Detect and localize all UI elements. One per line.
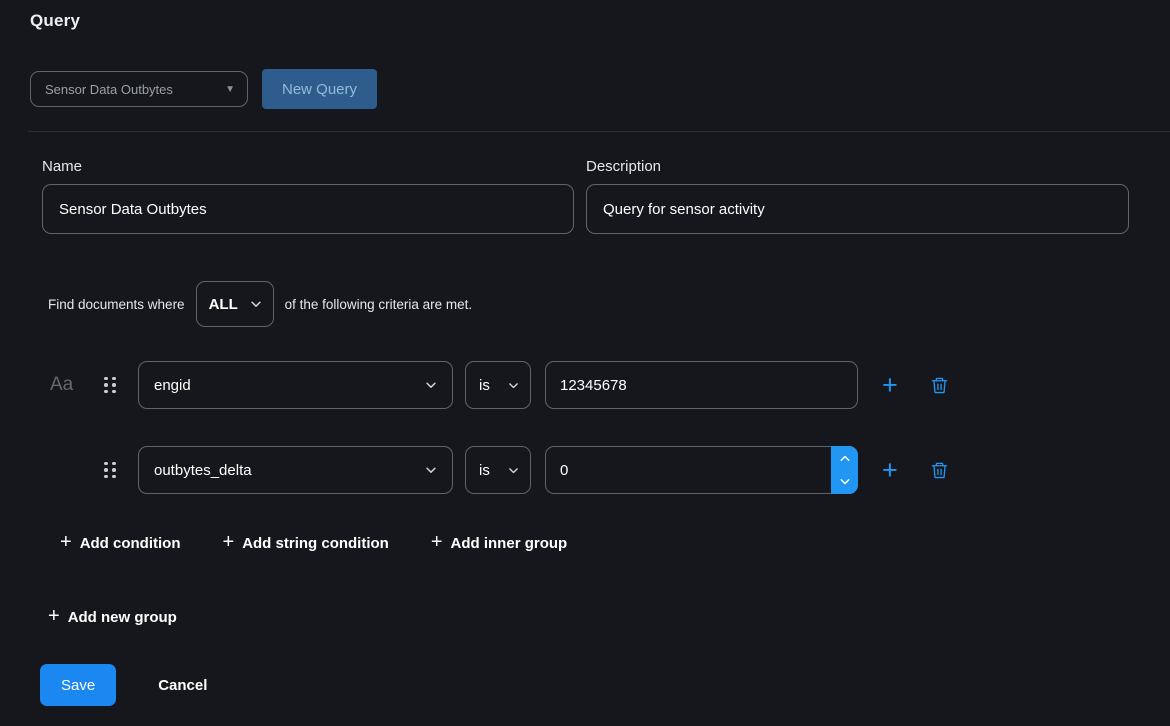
value-input[interactable]	[545, 446, 858, 494]
value-input[interactable]	[545, 361, 858, 409]
page-title: Query	[30, 10, 1140, 32]
cancel-button[interactable]: Cancel	[152, 676, 213, 695]
add-inner-group-label: Add inner group	[451, 535, 568, 552]
add-new-group-label: Add new group	[68, 609, 177, 626]
criteria-suffix-text: of the following criteria are met.	[285, 297, 473, 312]
name-label: Name	[42, 158, 574, 175]
field-select[interactable]: outbytes_delta	[138, 446, 453, 494]
footer-actions: Save Cancel	[30, 664, 1140, 706]
field-select-value: engid	[154, 377, 191, 394]
add-inner-group-button[interactable]: + Add inner group	[431, 533, 567, 553]
chevron-down-icon	[424, 463, 438, 477]
chevron-down-icon	[507, 379, 520, 392]
case-sensitive-toggle[interactable]: Aa	[50, 374, 73, 395]
drag-handle-icon[interactable]	[104, 462, 118, 479]
plus-icon: +	[223, 532, 235, 552]
new-query-button[interactable]: New Query	[262, 69, 377, 109]
field-select-value: outbytes_delta	[154, 462, 252, 479]
operator-select-value: is	[479, 462, 490, 479]
operator-select-value: is	[479, 377, 490, 394]
save-button[interactable]: Save	[40, 664, 116, 706]
chevron-down-icon	[507, 464, 520, 477]
field-select[interactable]: engid	[138, 361, 453, 409]
add-links-row: + Add condition + Add string condition +…	[30, 533, 1140, 553]
match-type-select-value: ALL	[209, 296, 238, 313]
condition-row: outbytes_delta is +	[30, 446, 1140, 494]
stepper-down-icon[interactable]	[831, 470, 858, 494]
stepper-up-icon[interactable]	[831, 446, 858, 470]
query-builder-page: Query Sensor Data Outbytes ▼ New Query N…	[0, 0, 1170, 726]
add-string-condition-button[interactable]: + Add string condition	[223, 533, 389, 553]
number-stepper[interactable]	[831, 446, 858, 494]
criteria-prefix-text: Find documents where	[48, 297, 185, 312]
operator-select[interactable]: is	[465, 446, 531, 494]
saved-query-select[interactable]: Sensor Data Outbytes ▼	[30, 71, 248, 107]
plus-icon: +	[60, 532, 72, 552]
add-condition-plus-icon[interactable]: +	[882, 372, 898, 399]
chevron-down-icon	[424, 378, 438, 392]
chevron-down-icon	[249, 297, 263, 311]
add-condition-button[interactable]: + Add condition	[60, 533, 181, 553]
row-gutter: Aa	[50, 374, 104, 396]
operator-select[interactable]: is	[465, 361, 531, 409]
add-string-condition-label: Add string condition	[242, 535, 389, 552]
description-label: Description	[586, 158, 1129, 175]
criteria-match-line: Find documents where ALL of the followin…	[30, 281, 1140, 327]
name-field-group: Name	[42, 158, 574, 234]
plus-icon: +	[48, 606, 60, 626]
description-input[interactable]	[586, 184, 1129, 234]
add-condition-label: Add condition	[80, 535, 181, 552]
condition-row: Aa engid is +	[30, 361, 1140, 409]
add-new-group-row: + Add new group	[30, 607, 1140, 628]
query-meta-form: Name Description	[42, 158, 1140, 234]
value-field-group	[545, 361, 858, 409]
add-condition-plus-icon[interactable]: +	[882, 457, 898, 484]
dropdown-arrow-icon: ▼	[225, 84, 235, 95]
match-type-select[interactable]: ALL	[196, 281, 274, 327]
trash-icon[interactable]	[930, 460, 949, 481]
name-input[interactable]	[42, 184, 574, 234]
description-field-group: Description	[586, 158, 1129, 234]
plus-icon: +	[431, 532, 443, 552]
query-toolbar: Sensor Data Outbytes ▼ New Query	[30, 69, 1140, 109]
divider	[28, 131, 1170, 132]
saved-query-select-value: Sensor Data Outbytes	[45, 82, 173, 97]
add-new-group-button[interactable]: + Add new group	[48, 607, 177, 627]
drag-handle-icon[interactable]	[104, 377, 118, 394]
trash-icon[interactable]	[930, 375, 949, 396]
value-field-group	[545, 446, 858, 494]
